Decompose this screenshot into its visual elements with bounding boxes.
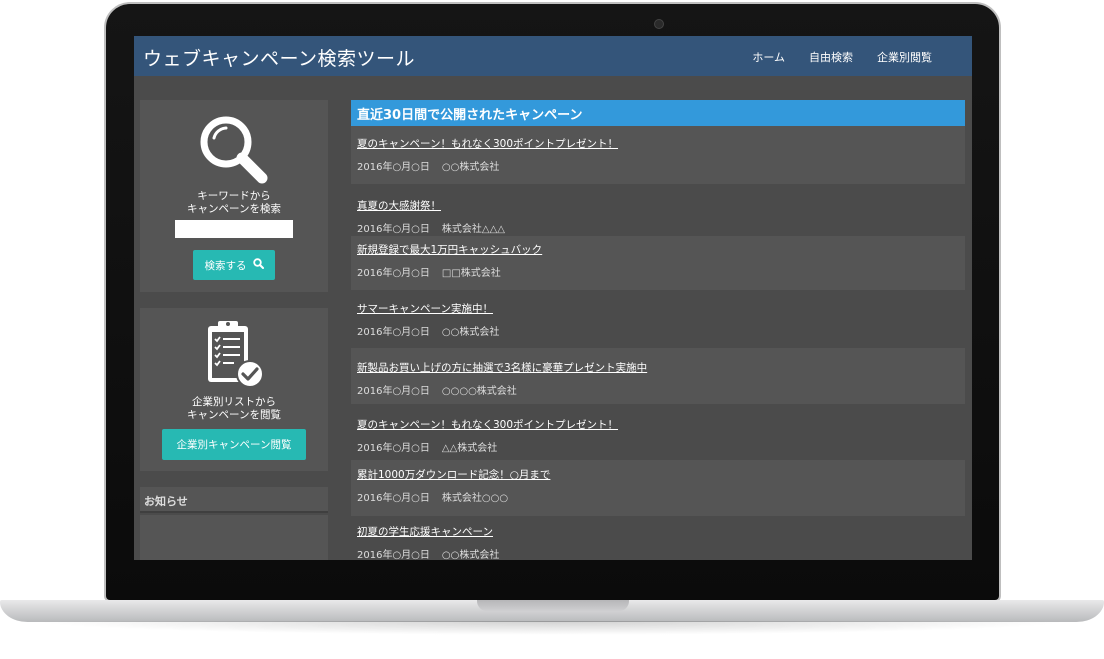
campaign-meta: 2016年○月○日 ○○株式会社 — [357, 546, 499, 560]
campaign-row: 新規登録で最大1万円キャッシュバック 2016年○月○日 □□株式会社 — [351, 236, 965, 290]
news-panel: お知らせ — [140, 487, 328, 560]
campaign-row: 初夏の学生応援キャンペーン 2016年○月○日 ○○株式会社 — [351, 516, 965, 560]
campaign-date: 2016年○月○日 — [357, 443, 430, 454]
nav-home[interactable]: ホーム — [752, 49, 785, 65]
campaign-title-link[interactable]: 真夏の大感謝祭！ — [357, 198, 441, 213]
campaign-date: 2016年○月○日 — [357, 162, 430, 173]
campaign-company: ○○株式会社 — [441, 327, 500, 338]
campaign-meta: 2016年○月○日 △△株式会社 — [357, 439, 497, 454]
campaign-company: ○○株式会社 — [441, 550, 500, 560]
laptop-notch — [477, 600, 629, 611]
campaign-company: ○○株式会社 — [441, 162, 500, 173]
company-panel: 企業別リストから キャンペーンを閲覧 企業別キャンペーン閲覧 — [140, 308, 328, 471]
campaign-row: 夏のキャンペーン！もれなく300ポイントプレゼント！ 2016年○月○日 △△株式会… — [351, 404, 965, 460]
campaign-title-link[interactable]: 初夏の学生応援キャンペーン — [357, 524, 493, 539]
campaign-row: 夏のキャンペーン！もれなく300ポイントプレゼント！ 2016年○月○日 ○○株式会… — [351, 126, 965, 184]
campaign-date: 2016年○月○日 — [357, 550, 430, 560]
campaign-meta: 2016年○月○日 □□株式会社 — [357, 264, 501, 279]
laptop-shadow — [30, 621, 1074, 635]
campaign-company: □□株式会社 — [441, 268, 501, 279]
campaign-row: 真夏の大感謝祭！ 2016年○月○日 株式会社△△△ — [351, 184, 965, 236]
clipboard-check-icon — [140, 318, 328, 390]
app-screen: ウェブキャンペーン検索ツール ホーム 自由検索 企業別閲覧 キーワードから キャ… — [134, 36, 972, 560]
campaign-title-link[interactable]: 累計1000万ダウンロード記念！○月まで — [357, 467, 550, 482]
campaign-company: 株式会社△△△ — [441, 224, 505, 235]
news-body — [140, 515, 328, 560]
campaign-company: 株式会社○○○ — [441, 493, 509, 504]
company-panel-label: 企業別リストから キャンペーンを閲覧 — [187, 396, 281, 421]
campaign-company: ○○○○株式会社 — [441, 386, 517, 397]
search-panel-label: キーワードから キャンペーンを検索 — [187, 190, 281, 215]
news-heading: お知らせ — [140, 487, 328, 513]
campaign-row: 新製品お買い上げの方に抽選で3名様に豪華プレゼント実施中 2016年○月○日 ○○○… — [351, 348, 965, 404]
campaign-list: 夏のキャンペーン！もれなく300ポイントプレゼント！ 2016年○月○日 ○○株式会… — [351, 126, 965, 560]
keyword-search-input[interactable] — [175, 220, 293, 238]
campaign-title-link[interactable]: 夏のキャンペーン！もれなく300ポイントプレゼント！ — [357, 136, 618, 151]
app-title: ウェブキャンペーン検索ツール — [143, 48, 416, 70]
campaign-company: △△株式会社 — [441, 443, 498, 454]
campaign-date: 2016年○月○日 — [357, 327, 430, 338]
campaign-date: 2016年○月○日 — [357, 224, 430, 235]
campaign-date: 2016年○月○日 — [357, 493, 430, 504]
campaign-title-link[interactable]: 夏のキャンペーン！もれなく300ポイントプレゼント！ — [357, 417, 618, 432]
campaign-title-link[interactable]: 新規登録で最大1万円キャッシュバック — [357, 242, 542, 257]
campaign-meta: 2016年○月○日 ○○○○株式会社 — [357, 382, 517, 397]
campaign-date: 2016年○月○日 — [357, 268, 430, 279]
nav-free-search[interactable]: 自由検索 — [809, 49, 853, 65]
main-nav: ホーム 自由検索 企業別閲覧 — [752, 49, 932, 65]
nav-company-browse[interactable]: 企業別閲覧 — [877, 49, 932, 65]
campaign-meta: 2016年○月○日 株式会社△△△ — [357, 220, 505, 235]
campaign-list-section: 直近30日間で公開されたキャンペーン 夏のキャンペーン！もれなく300ポイントプ… — [351, 100, 965, 560]
campaign-meta: 2016年○月○日 株式会社○○○ — [357, 489, 508, 504]
campaign-row: 累計1000万ダウンロード記念！○月まで 2016年○月○日 株式会社○○○ — [351, 460, 965, 516]
company-browse-button[interactable]: 企業別キャンペーン閲覧 — [162, 429, 306, 460]
search-icon — [252, 258, 264, 272]
search-button[interactable]: 検索する — [193, 250, 275, 280]
campaign-list-heading: 直近30日間で公開されたキャンペーン — [351, 100, 965, 126]
header-bar: ウェブキャンペーン検索ツール ホーム 自由検索 企業別閲覧 — [134, 36, 972, 76]
search-panel: キーワードから キャンペーンを検索 検索する — [140, 100, 328, 292]
campaign-title-link[interactable]: サマーキャンペーン実施中！ — [357, 301, 493, 316]
campaign-title-link[interactable]: 新製品お買い上げの方に抽選で3名様に豪華プレゼント実施中 — [357, 360, 647, 375]
campaign-row: サマーキャンペーン実施中！ 2016年○月○日 ○○株式会社 — [351, 290, 965, 348]
company-browse-button-label: 企業別キャンペーン閲覧 — [176, 439, 292, 451]
campaign-meta: 2016年○月○日 ○○株式会社 — [357, 323, 499, 338]
campaign-date: 2016年○月○日 — [357, 386, 430, 397]
magnifier-icon — [140, 112, 328, 184]
webcam — [654, 19, 664, 29]
search-button-label: 検索する — [204, 259, 247, 272]
campaign-meta: 2016年○月○日 ○○株式会社 — [357, 158, 499, 173]
